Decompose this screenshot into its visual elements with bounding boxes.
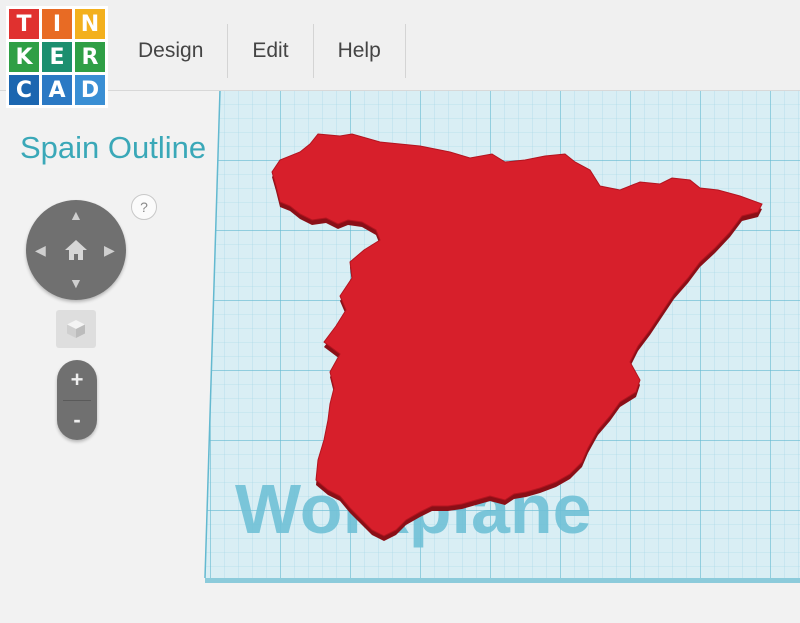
menu-help[interactable]: Help [314, 24, 406, 78]
logo-letter: K [9, 42, 39, 72]
arrow-down-icon[interactable]: ▼ [69, 276, 83, 290]
design-title[interactable]: Spain Outline [20, 130, 206, 166]
plus-icon[interactable]: + [57, 360, 97, 400]
home-icon[interactable] [62, 236, 90, 264]
logo-letter: D [75, 75, 105, 105]
menu-design[interactable]: Design [118, 24, 229, 78]
menu-edit[interactable]: Edit [228, 24, 314, 78]
question-icon[interactable]: ? [131, 194, 157, 220]
3d-workspace[interactable]: Workplane Spain Outline ? ▲ ▼ ◀ ▶ + - [0, 90, 800, 623]
arrow-right-icon[interactable]: ▶ [104, 243, 115, 257]
workplane[interactable]: Workplane [0, 90, 800, 623]
logo-letter: R [75, 42, 105, 72]
view-cube-button[interactable] [56, 310, 96, 348]
logo-letter: C [9, 75, 39, 105]
logo-letter: A [42, 75, 72, 105]
logo-letter: E [42, 42, 72, 72]
logo-letter: N [75, 9, 105, 39]
arrow-up-icon[interactable]: ▲ [69, 208, 83, 222]
top-toolbar: Design Edit Help [0, 0, 800, 91]
minus-icon[interactable]: - [57, 400, 97, 440]
main-menu: Design Edit Help [118, 24, 406, 78]
cube-icon [67, 320, 85, 338]
tinkercad-logo[interactable]: T I N K E R C A D [6, 6, 108, 108]
orbit-control[interactable]: ▲ ▼ ◀ ▶ [26, 200, 126, 300]
arrow-left-icon[interactable]: ◀ [35, 243, 46, 257]
logo-letter: T [9, 9, 39, 39]
zoom-control: + - [57, 360, 97, 440]
logo-letter: I [42, 9, 72, 39]
